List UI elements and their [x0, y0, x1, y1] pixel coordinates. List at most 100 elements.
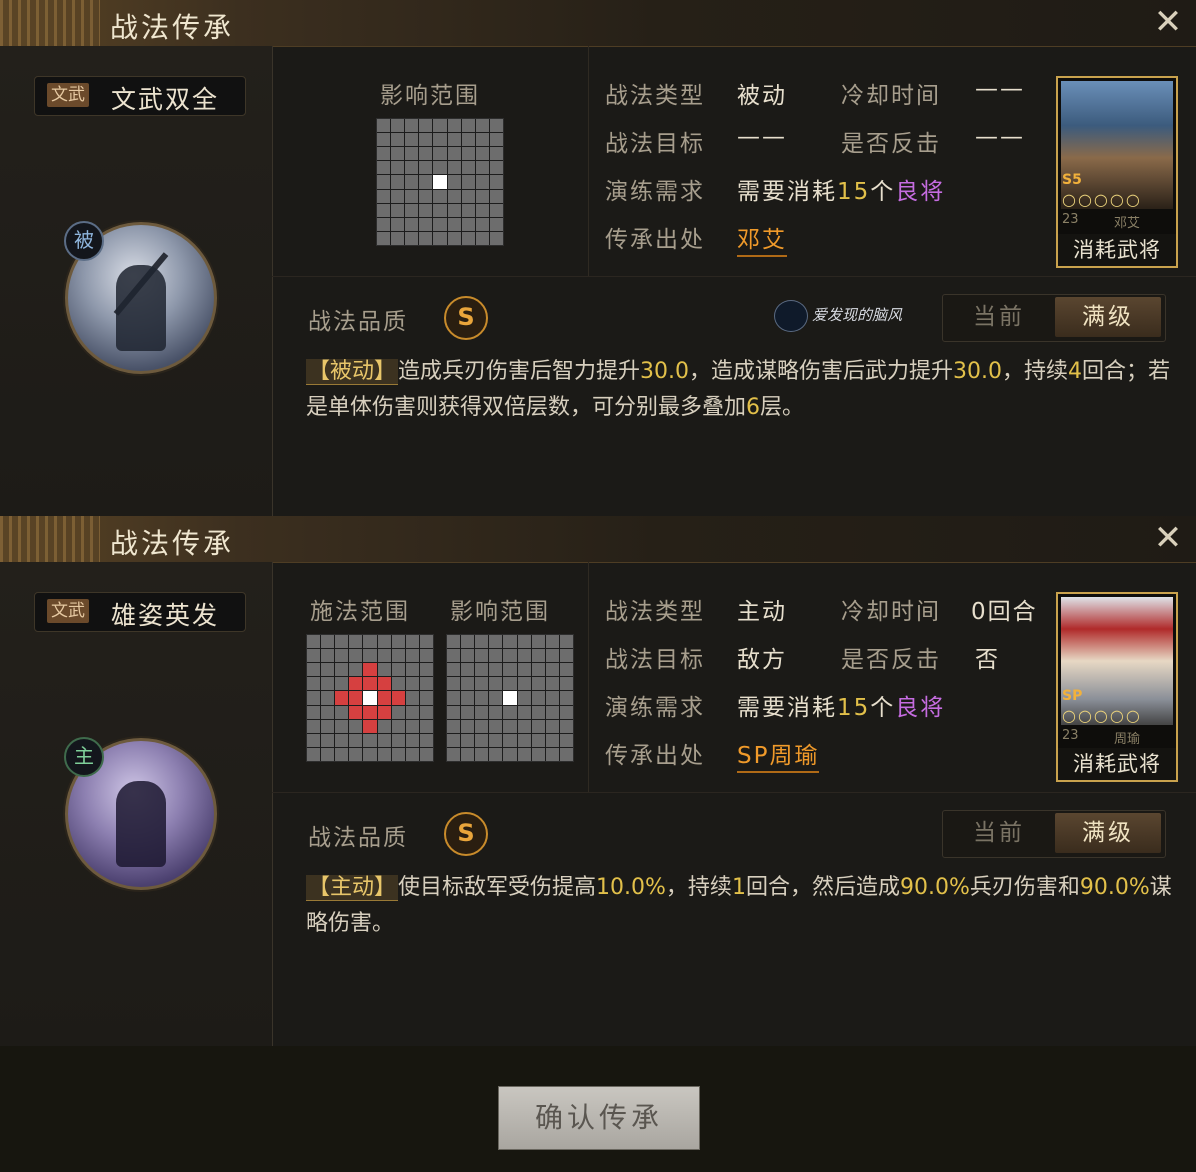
source-general-link[interactable]: SP周瑜 [737, 743, 820, 773]
range-cell [545, 663, 559, 677]
range-cell [433, 133, 447, 147]
range-cell [335, 663, 349, 677]
range-cell [461, 705, 475, 719]
range-cell [461, 747, 475, 761]
range-cell [447, 733, 461, 747]
range-cell [391, 147, 405, 161]
range-cell [475, 663, 489, 677]
range-cell [545, 705, 559, 719]
commander-figure-icon [116, 781, 166, 867]
range-cell [461, 635, 475, 649]
skill-category-badge: 文武 [47, 83, 89, 107]
range-cell [447, 119, 461, 133]
range-cell [461, 189, 475, 203]
close-button[interactable]: ✕ [1150, 520, 1186, 556]
target-value: 敌方 [737, 647, 787, 673]
range-cell [405, 147, 419, 161]
range-cell [531, 663, 545, 677]
desc-text: ，造成谋略伤害后武力提升 [689, 359, 954, 384]
range-cell [433, 147, 447, 161]
bottom-bar: 确认传承 [0, 1046, 1196, 1172]
range-cell [461, 175, 475, 189]
range-cell [475, 719, 489, 733]
level-current-button[interactable]: 当前 [947, 813, 1051, 853]
range-cell [489, 217, 503, 231]
range-cell [377, 189, 391, 203]
source-general-link[interactable]: 邓艾 [737, 227, 787, 257]
range-cell [517, 635, 531, 649]
range-cell [517, 733, 531, 747]
range-cell [447, 175, 461, 189]
range-cell [503, 663, 517, 677]
cooldown-label: 冷却时间 [841, 83, 941, 109]
desc-number: 10.0% [596, 875, 666, 900]
level-max-button[interactable]: 满级 [1055, 813, 1161, 853]
range-cell [517, 747, 531, 761]
range-cell [377, 747, 391, 761]
range-cell [419, 231, 433, 245]
range-cell [349, 719, 363, 733]
range-cell [475, 649, 489, 663]
range-cell [419, 147, 433, 161]
range-cell [391, 719, 405, 733]
range-cell [391, 663, 405, 677]
range-cell [419, 635, 433, 649]
range-cell [391, 203, 405, 217]
range-cell [377, 147, 391, 161]
range-cell [419, 189, 433, 203]
range-cell [489, 747, 503, 761]
range-cell [419, 217, 433, 231]
close-button[interactable]: ✕ [1150, 4, 1186, 40]
panel-title: 战法传承 [110, 527, 235, 560]
quality-label: 战法品质 [308, 309, 408, 335]
range-cell [447, 133, 461, 147]
range-cell [531, 705, 545, 719]
desc-text: 使目标敌军受伤提高 [398, 875, 597, 900]
skill-icon[interactable]: 被 [64, 221, 217, 374]
range-cell [335, 649, 349, 663]
level-max-button[interactable]: 满级 [1055, 297, 1161, 337]
range-cell [307, 747, 321, 761]
requirement-label: 演练需求 [605, 695, 705, 721]
range-cell [517, 677, 531, 691]
requirement-count: 15 [837, 179, 871, 205]
range-cell [559, 663, 573, 677]
cast-range-label: 施法范围 [310, 599, 410, 625]
range-cell [419, 175, 433, 189]
range-cell [377, 691, 391, 705]
range-cell [475, 147, 489, 161]
range-cell [545, 677, 559, 691]
range-cell [391, 677, 405, 691]
range-cell [503, 649, 517, 663]
range-cell [405, 231, 419, 245]
range-area: 施法范围 影响范围 [272, 562, 588, 792]
consumed-general-card[interactable]: SP ○○○○○ 23 周瑜 消耗武将 [1056, 592, 1178, 782]
level-current-button[interactable]: 当前 [947, 297, 1051, 337]
skill-summary: 文武 文武双全 被 [0, 46, 273, 516]
counter-label: 是否反击 [841, 647, 941, 673]
desc-number: 30.0 [953, 359, 1003, 384]
consumed-general-card[interactable]: S5 ○○○○○ 23 邓艾 消耗武将 [1056, 76, 1178, 268]
inherit-panel-1: 战法传承 ✕ 文武 文武双全 被 影响范围 战法类型 被动 冷却时间 —— 战法… [0, 0, 1196, 516]
desc-tag: 【主动】 [306, 875, 399, 901]
desc-number: 90.0% [1079, 875, 1150, 900]
title-bar: 战法传承 ✕ [0, 0, 1196, 47]
card-general-name: 周瑜 [1114, 732, 1141, 747]
range-cell [391, 733, 405, 747]
range-cell [531, 719, 545, 733]
skill-icon[interactable]: 主 [64, 737, 217, 890]
range-cell [503, 719, 517, 733]
confirm-inherit-button[interactable]: 确认传承 [498, 1086, 700, 1150]
range-cell [377, 231, 391, 245]
range-cell [433, 231, 447, 245]
range-cell [377, 649, 391, 663]
effect-range-label: 影响范围 [450, 599, 550, 625]
range-cell [559, 719, 573, 733]
desc-number: 90.0% [899, 875, 970, 900]
range-cell [405, 175, 419, 189]
range-cell [405, 119, 419, 133]
divider [272, 276, 1196, 277]
range-cell [419, 677, 433, 691]
range-cell [321, 719, 335, 733]
range-cell [335, 635, 349, 649]
